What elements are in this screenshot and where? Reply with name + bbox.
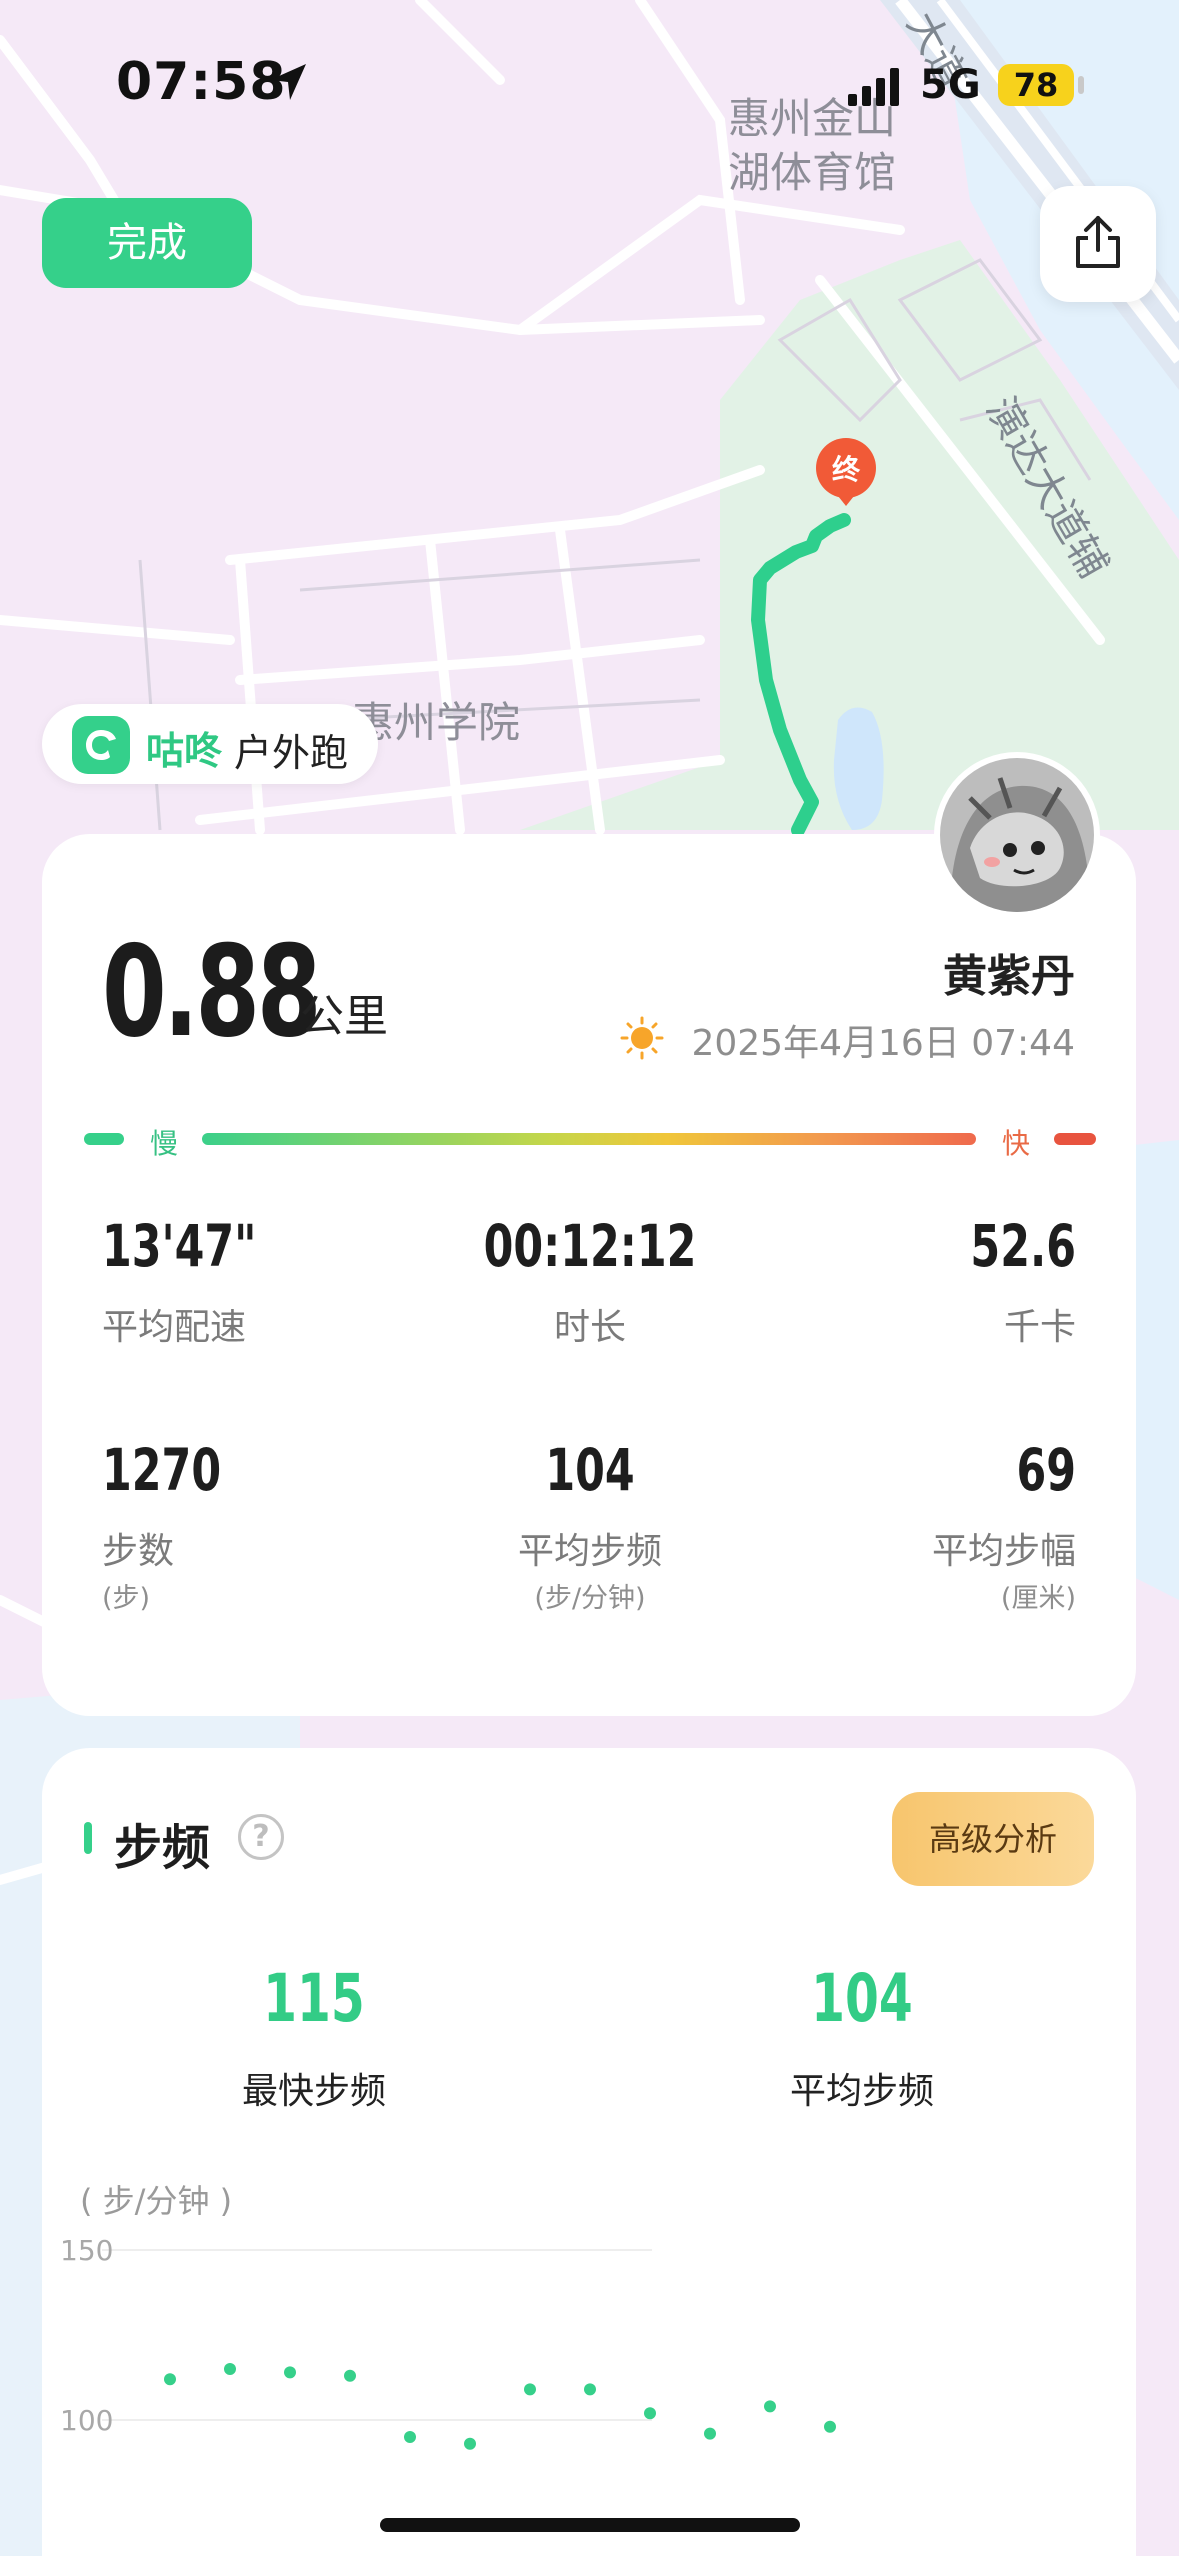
pace-gradient xyxy=(202,1133,976,1145)
stat-steps-unit: (步) xyxy=(102,1583,151,1614)
fast-label: 快 xyxy=(1002,1127,1031,1160)
stat-steps-label: 步数 xyxy=(102,1531,175,1572)
max-cadence-value: 115 xyxy=(263,1960,365,2037)
activity-type: 户外跑 xyxy=(234,731,349,775)
battery-tip xyxy=(1078,76,1084,94)
run-date: 2025年4月16日 07:44 xyxy=(691,1023,1075,1064)
chart-point xyxy=(584,2383,596,2396)
network-type: 5G xyxy=(920,62,981,108)
stat-cadence-unit: (步/分钟) xyxy=(534,1583,646,1614)
chart-point xyxy=(344,2369,356,2382)
app-brand-pill: 咕咚 户外跑 xyxy=(42,704,378,784)
sun-icon xyxy=(620,1016,664,1060)
distance-unit: 公里 xyxy=(300,991,388,1042)
chart-point xyxy=(404,2431,416,2443)
codoon-logo-icon xyxy=(72,716,130,774)
share-icon xyxy=(1076,216,1120,268)
stat-cadence-value: 104 xyxy=(545,1436,635,1504)
slow-label: 慢 xyxy=(150,1127,179,1160)
chart-unit-label: ( 步/分钟 ) xyxy=(80,2182,233,2220)
slow-dash xyxy=(84,1133,124,1145)
chart-point xyxy=(284,2366,296,2379)
done-button[interactable]: 完成 xyxy=(42,198,252,288)
status-bar: 07:58 5G 78 xyxy=(0,0,1179,170)
battery-indicator: 78 xyxy=(998,64,1074,106)
chart-y-tick-label: 100 xyxy=(60,2404,113,2437)
chart-point xyxy=(164,2373,176,2386)
stat-cadence-label: 平均步频 xyxy=(517,1531,662,1572)
stat-duration-label: 时长 xyxy=(553,1307,626,1348)
section-accent-bar xyxy=(84,1822,92,1854)
avatar-image xyxy=(940,758,1094,912)
end-marker-label: 终 xyxy=(832,453,861,486)
chart-point xyxy=(764,2400,776,2413)
stat-calories-value: 52.6 xyxy=(970,1212,1076,1280)
stat-stride-value: 69 xyxy=(1016,1436,1076,1504)
chart-y-tick-label: 150 xyxy=(60,2234,113,2267)
chart-point xyxy=(464,2437,476,2450)
home-indicator xyxy=(380,2518,800,2532)
pace-legend-bar: 慢 快 xyxy=(84,1124,1096,1160)
chart-point xyxy=(524,2383,536,2396)
stat-pace-value: 13'47" xyxy=(102,1212,257,1280)
chart-point xyxy=(824,2420,836,2433)
distance-value: 0.88 xyxy=(102,918,321,1065)
advanced-analysis-button[interactable]: 高级分析 xyxy=(892,1792,1094,1886)
cadence-title: 步频 xyxy=(114,1820,211,1876)
location-arrow-icon xyxy=(270,64,306,100)
status-time: 07:58 xyxy=(116,52,287,112)
stat-stride-unit: (厘米) xyxy=(1000,1583,1076,1614)
chart-point xyxy=(704,2427,716,2440)
share-button[interactable] xyxy=(1040,186,1156,302)
user-name: 黄紫丹 xyxy=(943,951,1075,1002)
help-icon[interactable]: ? xyxy=(238,1814,284,1860)
stat-stride-label: 平均步幅 xyxy=(931,1531,1076,1572)
chart-point xyxy=(224,2363,236,2375)
avg-cadence-label: 平均步频 xyxy=(789,2071,934,2112)
stat-steps-value: 1270 xyxy=(102,1436,222,1504)
stat-pace-label: 平均配速 xyxy=(102,1307,247,1348)
signal-icon xyxy=(848,68,899,106)
avatar[interactable] xyxy=(934,752,1100,918)
chart-point xyxy=(644,2407,656,2420)
avg-cadence-value: 104 xyxy=(811,1960,913,2037)
brand-name: 咕咚 xyxy=(146,729,223,773)
cadence-scatter-chart[interactable]: 15010050 xyxy=(42,2220,1136,2556)
stat-calories-label: 千卡 xyxy=(1003,1307,1076,1348)
fast-dash xyxy=(1054,1133,1096,1145)
max-cadence-label: 最快步频 xyxy=(241,2071,386,2112)
stat-duration-value: 00:12:12 xyxy=(483,1212,697,1280)
